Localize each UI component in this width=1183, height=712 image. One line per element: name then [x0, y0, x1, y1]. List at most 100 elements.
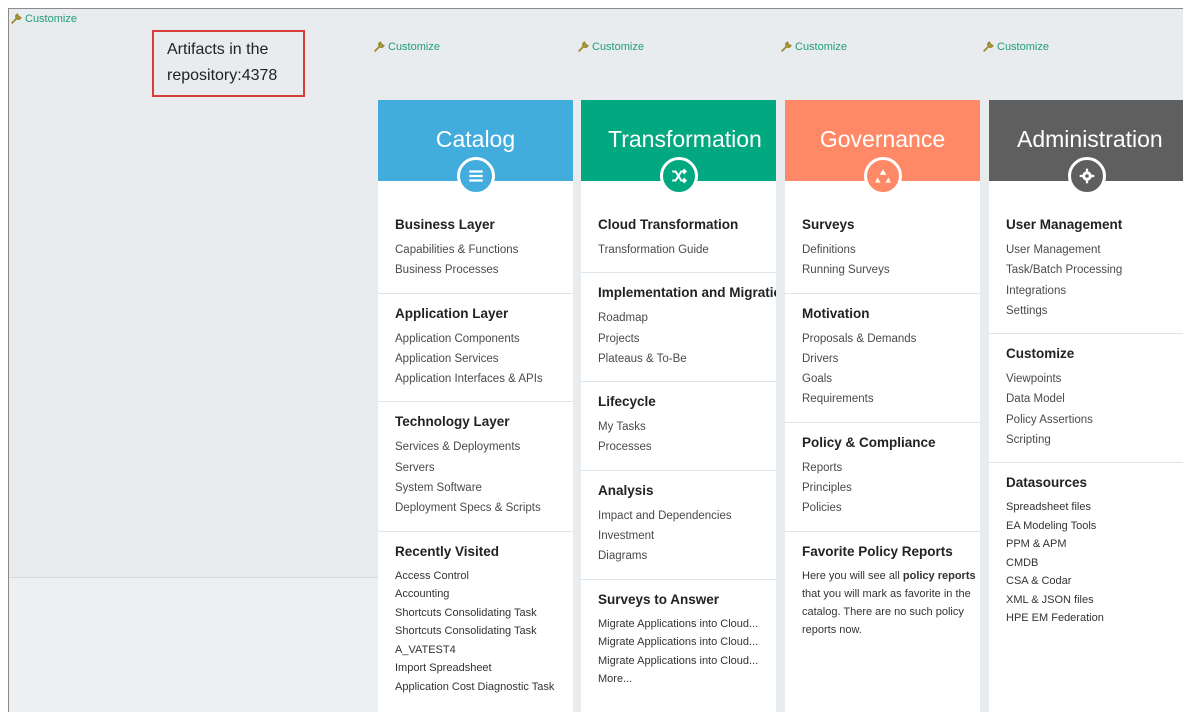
- artifacts-count-widget: Artifacts in the repository:4378: [152, 30, 305, 97]
- link-task-batch[interactable]: Task/Batch Processing: [1006, 260, 1183, 280]
- recent-item[interactable]: A_VATEST4: [395, 641, 573, 660]
- recent-item[interactable]: Application Cost Diagnostic Task: [395, 678, 573, 697]
- list-icon[interactable]: [456, 157, 495, 195]
- link-diagrams[interactable]: Diagrams: [598, 546, 776, 566]
- customize-label: Customize: [25, 12, 77, 25]
- governance-section-favorites: Favorite Policy Reports Here you will se…: [785, 544, 980, 651]
- favorites-text-line: reports now.: [802, 623, 862, 636]
- link-transformation-guide[interactable]: Transformation Guide: [598, 240, 776, 260]
- shuffle-icon[interactable]: [659, 157, 698, 195]
- governance-column: Governance Surveys Definitions Running S…: [785, 100, 980, 712]
- link-business-processes[interactable]: Business Processes: [395, 260, 573, 280]
- link-integrations[interactable]: Integrations: [1006, 281, 1183, 301]
- section-title: User Management: [1006, 217, 1123, 232]
- customize-link-transformation[interactable]: Customize: [577, 40, 644, 53]
- link-scripting[interactable]: Scripting: [1006, 430, 1183, 450]
- datasource-item[interactable]: HPE EM Federation: [1006, 609, 1183, 628]
- link-servers[interactable]: Servers: [395, 458, 573, 478]
- customize-link-governance[interactable]: Customize: [780, 40, 847, 53]
- section-title: Cloud Transformation: [598, 217, 739, 232]
- link-data-model[interactable]: Data Model: [1006, 389, 1183, 409]
- transformation-column: Transformation Cloud Transformation Tran…: [581, 100, 776, 712]
- link-app-services[interactable]: Application Services: [395, 349, 573, 369]
- datasource-item[interactable]: Spreadsheet files: [1006, 498, 1183, 517]
- catalog-column: Catalog Business Layer Capabilities & Fu…: [378, 100, 573, 712]
- customize-link-administration[interactable]: Customize: [982, 40, 1049, 53]
- link-projects[interactable]: Projects: [598, 329, 776, 349]
- governance-section-motivation: Motivation Proposals & Demands Drivers G…: [785, 306, 980, 423]
- link-app-components[interactable]: Application Components: [395, 329, 573, 349]
- link-viewpoints[interactable]: Viewpoints: [1006, 369, 1183, 389]
- link-goals[interactable]: Goals: [802, 369, 980, 389]
- link-policies[interactable]: Policies: [802, 498, 980, 518]
- recycle-icon[interactable]: [863, 157, 902, 195]
- link-settings[interactable]: Settings: [1006, 301, 1183, 321]
- transformation-section-lifecycle: Lifecycle My Tasks Processes: [581, 394, 776, 471]
- link-plateaus[interactable]: Plateaus & To-Be: [598, 349, 776, 369]
- survey-item[interactable]: Migrate Applications into Cloud...: [598, 615, 776, 634]
- gear-icon[interactable]: [1067, 157, 1106, 195]
- recent-item[interactable]: Shortcuts Consolidating Task: [395, 622, 573, 641]
- datasource-item[interactable]: CMDB: [1006, 554, 1183, 573]
- section-title: Datasources: [1006, 475, 1088, 491]
- governance-section-policy: Policy & Compliance Reports Principles P…: [785, 435, 980, 532]
- wrench-icon: [10, 13, 22, 25]
- admin-section-datasources: Datasources Spreadsheet files EA Modelin…: [989, 475, 1183, 640]
- survey-item[interactable]: Migrate Applications into Cloud...: [598, 652, 776, 671]
- wrench-icon: [577, 41, 589, 53]
- recent-item[interactable]: Shortcuts Consolidating Task: [395, 604, 573, 623]
- section-title: Policy & Compliance: [802, 434, 936, 450]
- link-principles[interactable]: Principles: [802, 478, 980, 498]
- link-deployment-specs[interactable]: Deployment Specs & Scripts: [395, 498, 573, 518]
- dashboard-frame: Customize Artifacts in the repository:43…: [8, 8, 1183, 712]
- section-title: Surveys to Answer: [598, 591, 720, 607]
- artifacts-line1: Artifacts in the: [167, 41, 269, 58]
- link-roadmap[interactable]: Roadmap: [598, 308, 776, 328]
- link-processes[interactable]: Processes: [598, 437, 776, 457]
- recent-item[interactable]: Accounting: [395, 585, 573, 604]
- customize-link-catalog[interactable]: Customize: [373, 40, 440, 53]
- link-capabilities[interactable]: Capabilities & Functions: [395, 240, 573, 260]
- customize-label: Customize: [388, 40, 440, 53]
- link-reports[interactable]: Reports: [802, 458, 980, 478]
- catalog-section-technology: Technology Layer Services & Deployments …: [378, 414, 573, 532]
- more-link[interactable]: More...: [598, 670, 776, 689]
- section-title: Analysis: [598, 482, 654, 498]
- recent-item[interactable]: Import Spreadsheet: [395, 659, 573, 678]
- favorites-text-line: catalog. There are no such policy: [802, 605, 964, 618]
- datasource-item[interactable]: PPM & APM: [1006, 535, 1183, 554]
- link-my-tasks[interactable]: My Tasks: [598, 417, 776, 437]
- section-title: Favorite Policy Reports: [802, 543, 953, 559]
- catalog-section-application: Application Layer Application Components…: [378, 306, 573, 403]
- governance-title: Governance: [819, 126, 946, 152]
- link-impact[interactable]: Impact and Dependencies: [598, 506, 776, 526]
- link-requirements[interactable]: Requirements: [802, 389, 980, 409]
- customize-label: Customize: [592, 40, 644, 53]
- link-app-interfaces[interactable]: Application Interfaces & APIs: [395, 369, 573, 389]
- datasource-item[interactable]: EA Modeling Tools: [1006, 517, 1183, 536]
- datasource-item[interactable]: XML & JSON files: [1006, 591, 1183, 610]
- wrench-icon: [982, 41, 994, 53]
- recent-item[interactable]: Access Control: [395, 567, 573, 586]
- link-proposals[interactable]: Proposals & Demands: [802, 329, 980, 349]
- link-running-surveys[interactable]: Running Surveys: [802, 260, 980, 280]
- link-system-software[interactable]: System Software: [395, 478, 573, 498]
- section-title: Application Layer: [395, 305, 509, 321]
- link-services-deployments[interactable]: Services & Deployments: [395, 437, 573, 457]
- datasource-item[interactable]: CSA & Codar: [1006, 572, 1183, 591]
- customize-label: Customize: [997, 40, 1049, 53]
- link-definitions[interactable]: Definitions: [802, 240, 980, 260]
- link-drivers[interactable]: Drivers: [802, 349, 980, 369]
- section-title: Recently Visited: [395, 543, 500, 559]
- section-title: Implementation and Migration: [598, 285, 776, 301]
- catalog-section-recent: Recently Visited Access Control Accounti…: [378, 544, 573, 709]
- catalog-section-business: Business Layer Capabilities & Functions …: [378, 217, 573, 294]
- survey-item[interactable]: Migrate Applications into Cloud...: [598, 633, 776, 652]
- section-title: Technology Layer: [395, 414, 510, 430]
- wrench-icon: [373, 41, 385, 53]
- admin-section-users: User Management User Management Task/Bat…: [989, 217, 1183, 335]
- link-user-management[interactable]: User Management: [1006, 240, 1183, 260]
- customize-link-main[interactable]: Customize: [10, 12, 77, 25]
- link-policy-assertions[interactable]: Policy Assertions: [1006, 410, 1183, 430]
- link-investment[interactable]: Investment: [598, 526, 776, 546]
